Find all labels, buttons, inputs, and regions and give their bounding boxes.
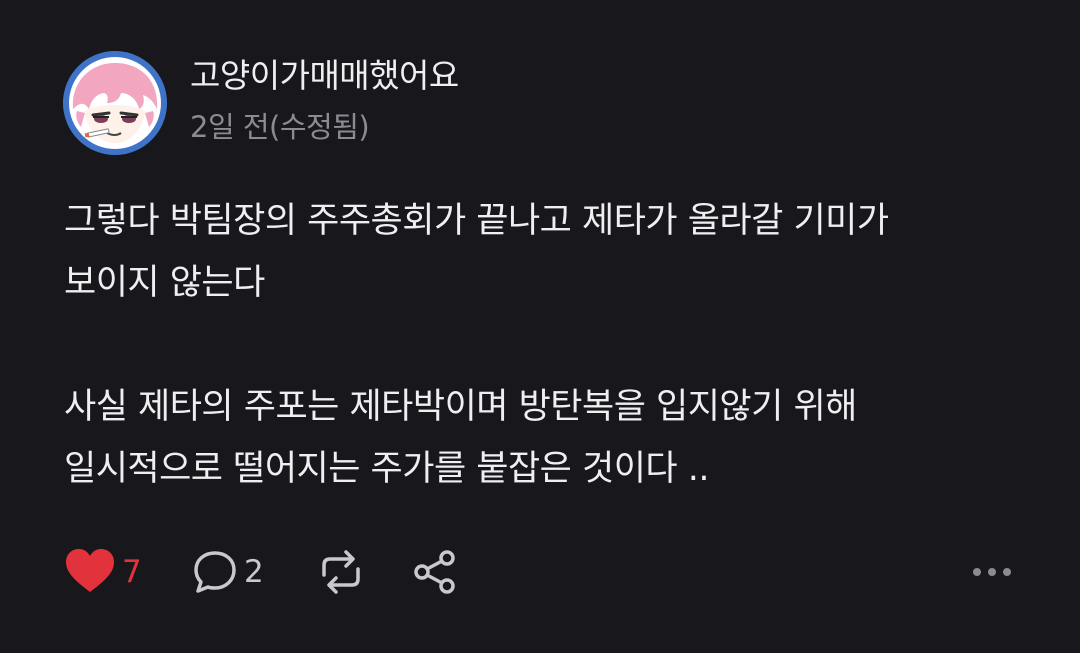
action-bar: 7 2 (64, 544, 1024, 600)
reply-button[interactable]: 2 (192, 544, 264, 600)
post-body: 그렇다 박팀장의 주주총회가 끝나고 제타가 올라갈 기미가 보이지 않는다 사… (64, 190, 1024, 500)
post-line: 일시적으로 떨어지는 주가를 붙잡은 것이다 .. (64, 449, 709, 489)
author-name[interactable]: 고양이가매매했어요 (190, 56, 459, 96)
reply-count: 2 (244, 554, 264, 590)
share-icon (414, 550, 455, 594)
like-button[interactable]: 7 (64, 544, 142, 600)
post-line: 보이지 않는다 (64, 263, 265, 303)
more-dots-icon (973, 568, 1011, 576)
post-card: 고양이가매매했어요 2일 전(수정됨) 그렇다 박팀장의 주주총회가 끝나고 제… (0, 0, 1080, 653)
like-count: 7 (122, 554, 142, 590)
repost-icon (322, 550, 360, 594)
post-line: 사실 제타의 주포는 제타박이며 방탄복을 입지않기 위해 (64, 387, 857, 427)
post-paragraph: 그렇다 박팀장의 주주총회가 끝나고 제타가 올라갈 기미가 보이지 않는다 (64, 190, 1024, 314)
avatar[interactable] (63, 51, 167, 155)
repost-button[interactable] (316, 544, 366, 600)
heart-icon (66, 549, 114, 592)
comment-icon (194, 551, 236, 593)
more-button[interactable] (972, 544, 1012, 600)
avatar-image (63, 51, 167, 155)
share-button[interactable] (412, 544, 458, 600)
post-timestamp: 2일 전(수정됨) (190, 110, 370, 144)
post-line: 그렇다 박팀장의 주주총회가 끝나고 제타가 올라갈 기미가 (64, 201, 889, 241)
post-paragraph: 사실 제타의 주포는 제타박이며 방탄복을 입지않기 위해 일시적으로 떨어지는… (64, 376, 1024, 500)
